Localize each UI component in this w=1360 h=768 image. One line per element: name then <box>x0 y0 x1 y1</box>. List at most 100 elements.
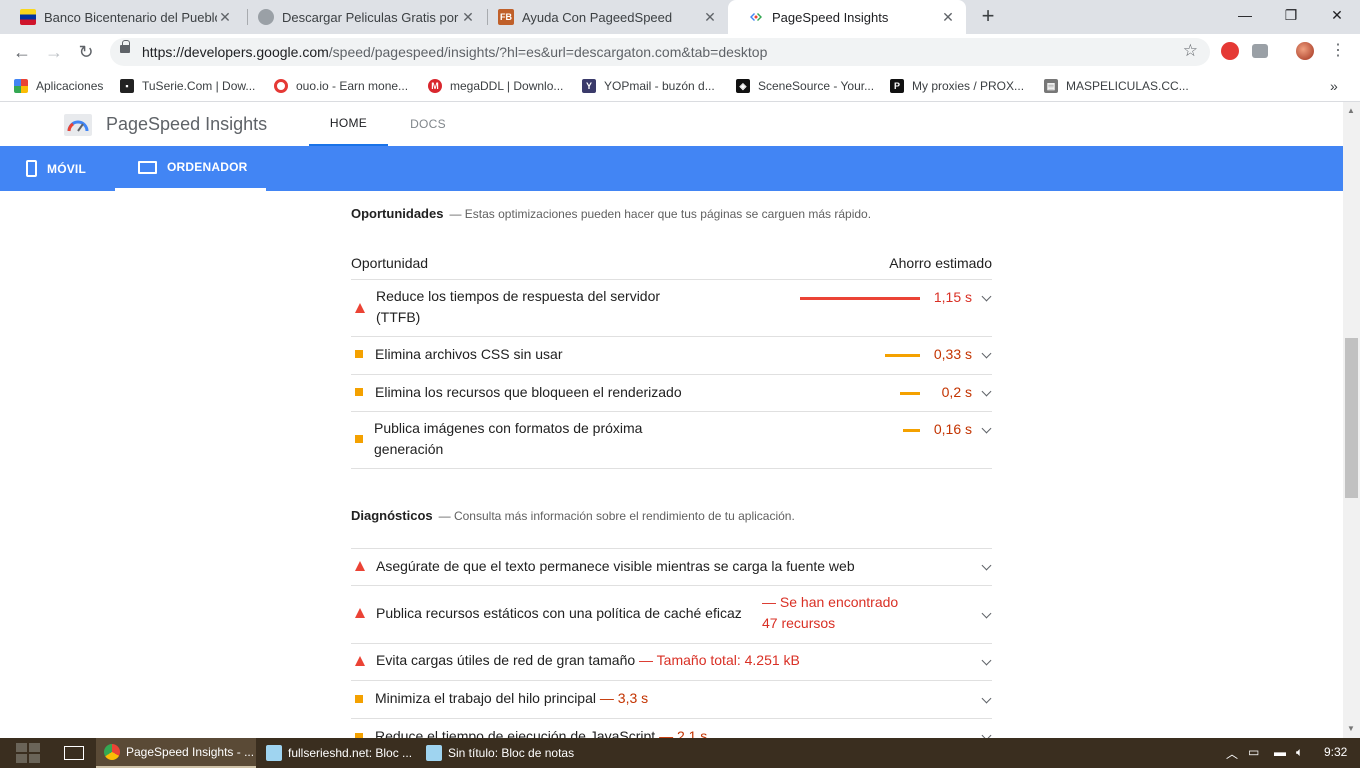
device-tabs: MÓVIL ORDENADOR <box>0 146 1343 191</box>
bookmark-tuserie[interactable]: ▪ TuSerie.Com | Dow... <box>120 76 255 96</box>
new-tab-button[interactable]: + <box>976 4 1000 28</box>
tab-ayuda[interactable]: FB Ayuda Con PageedSpeed ✕ <box>478 0 728 34</box>
windows-start-icon[interactable] <box>16 743 40 763</box>
url-text[interactable]: https://developers.google.com/speed/page… <box>142 44 767 60</box>
taskbar: PageSpeed Insights - ... fullserieshd.ne… <box>0 738 1360 768</box>
scroll-up-arrow-icon[interactable]: ▲ <box>1347 106 1355 115</box>
close-icon[interactable]: ✕ <box>460 9 476 26</box>
chevron-down-icon[interactable] <box>981 730 992 738</box>
divider <box>351 374 992 375</box>
taskbar-item-notepad-2[interactable]: Sin título: Bloc de notas <box>418 738 588 768</box>
task-view-icon[interactable] <box>64 746 84 760</box>
bookmark-proxies[interactable]: P My proxies / PROX... <box>890 76 1024 96</box>
column-header-opportunity: Oportunidad <box>351 255 429 271</box>
chevron-down-icon[interactable] <box>981 291 992 302</box>
extension-icon[interactable] <box>1252 44 1268 58</box>
chevron-down-icon[interactable] <box>981 423 992 434</box>
bookmark-scenesource[interactable]: ◈ SceneSource - Your... <box>736 76 874 96</box>
scroll-down-arrow-icon[interactable]: ▼ <box>1347 724 1355 733</box>
savings-value: 1,15 s <box>933 289 972 305</box>
bookmark-star-icon[interactable]: ☆ <box>1183 41 1198 61</box>
pagespeed-logo-icon <box>64 114 92 136</box>
average-square-icon <box>355 695 363 703</box>
menu-kebab-icon[interactable]: ⋮ <box>1330 40 1346 60</box>
average-square-icon <box>355 350 363 358</box>
page-content: PageSpeed Insights HOME DOCS MÓVIL ORDEN… <box>0 102 1343 738</box>
restore-button[interactable]: ❐ <box>1268 0 1314 30</box>
opportunity-title: Elimina archivos CSS sin usar <box>375 346 563 362</box>
divider <box>351 279 992 280</box>
page-scrollbar[interactable]: ▲ ▼ <box>1343 102 1360 738</box>
savings-bar <box>800 297 920 300</box>
forward-button[interactable]: → <box>42 40 66 64</box>
opportunity-title: Elimina los recursos que bloqueen el ren… <box>375 384 682 400</box>
bookmarks-overflow-button[interactable]: » <box>1330 76 1338 96</box>
laptop-icon <box>138 160 157 174</box>
chevron-down-icon[interactable] <box>981 655 992 666</box>
proxy-icon: P <box>890 79 904 93</box>
bookmark-megaddl[interactable]: M megaDDL | Downlo... <box>428 76 563 96</box>
film-icon: ▤ <box>1044 79 1058 93</box>
yopmail-icon: Y <box>582 79 596 93</box>
bookmark-yopmail[interactable]: Y YOPmail - buzón d... <box>582 76 715 96</box>
divider <box>351 468 992 469</box>
savings-value: 0,2 s <box>941 384 972 400</box>
window-close-button[interactable]: ✕ <box>1314 0 1360 30</box>
tab-pagespeed[interactable]: PageSpeed Insights ✕ <box>728 0 966 34</box>
ouo-icon <box>274 79 288 93</box>
page-title: PageSpeed Insights <box>106 114 268 134</box>
address-bar[interactable]: https://developers.google.com/speed/page… <box>110 38 1210 66</box>
taskbar-item-chrome[interactable]: PageSpeed Insights - ... <box>96 738 256 768</box>
scenesource-icon: ◈ <box>736 79 750 93</box>
volume-icon[interactable]: 🔈︎ <box>1296 745 1303 760</box>
bookmark-maspeliculas[interactable]: ▤ MASPELICULAS.CC... <box>1044 76 1189 96</box>
opportunity-title: Reduce los tiempos de respuesta del serv… <box>376 288 661 325</box>
chevron-down-icon[interactable] <box>981 608 992 619</box>
divider <box>351 718 992 719</box>
divider <box>351 411 992 412</box>
network-icon[interactable]: ▭ <box>1248 745 1259 759</box>
apps-grid-icon <box>14 79 28 93</box>
adblock-extension-icon[interactable] <box>1221 42 1239 60</box>
divider <box>351 643 992 644</box>
fb-forum-icon: FB <box>498 9 514 25</box>
tv-icon: ▪ <box>120 79 134 93</box>
chevron-down-icon[interactable] <box>981 560 992 571</box>
taskbar-item-notepad-1[interactable]: fullserieshd.net: Bloc ... <box>258 738 418 768</box>
tab-home[interactable]: HOME <box>309 102 388 146</box>
pagespeed-icon <box>748 9 764 25</box>
fail-triangle-icon <box>355 656 365 666</box>
diagnostic-title: Evita cargas útiles de red de gran tamañ… <box>376 652 800 668</box>
chevron-down-icon[interactable] <box>981 386 992 397</box>
clock[interactable]: 9:32 <box>1324 745 1347 759</box>
tab-descargar[interactable]: Descargar Peliculas Gratis por Me ✕ <box>238 0 486 34</box>
chevron-up-icon[interactable]: ︿ <box>1226 745 1238 762</box>
divider <box>351 336 992 337</box>
chevron-down-icon[interactable] <box>981 693 992 704</box>
tab-desktop[interactable]: ORDENADOR <box>115 146 266 191</box>
fail-triangle-icon <box>355 561 365 571</box>
close-icon[interactable]: ✕ <box>702 9 718 26</box>
scrollbar-thumb[interactable] <box>1345 338 1358 498</box>
fail-triangle-icon <box>355 303 365 313</box>
browser-toolbar: ← → ↻ https://developers.google.com/spee… <box>0 34 1360 70</box>
avatar[interactable] <box>1296 42 1314 60</box>
bookmark-apps[interactable]: Aplicaciones <box>14 76 103 96</box>
bookmark-ouo[interactable]: ouo.io - Earn mone... <box>274 76 408 96</box>
fail-triangle-icon <box>355 608 365 618</box>
close-icon[interactable]: ✕ <box>217 9 233 26</box>
minimize-button[interactable]: — <box>1222 0 1268 30</box>
tab-docs[interactable]: DOCS <box>392 102 464 146</box>
reload-button[interactable]: ↻ <box>74 40 98 64</box>
tab-mobile[interactable]: MÓVIL <box>26 146 86 191</box>
opportunity-title: Publica imágenes con formatos de próxima… <box>374 420 643 457</box>
back-button[interactable]: ← <box>10 40 34 64</box>
phone-icon <box>26 160 37 177</box>
battery-icon[interactable]: ▬ <box>1274 745 1286 759</box>
average-square-icon <box>355 435 363 443</box>
tab-banco[interactable]: Banco Bicentenario del Pueblo ✕ <box>0 0 243 34</box>
opportunities-heading: Oportunidades — Estas optimizaciones pued… <box>351 206 872 221</box>
venezuela-flag-icon <box>20 9 36 25</box>
close-icon[interactable]: ✕ <box>940 9 956 26</box>
chevron-down-icon[interactable] <box>981 348 992 359</box>
